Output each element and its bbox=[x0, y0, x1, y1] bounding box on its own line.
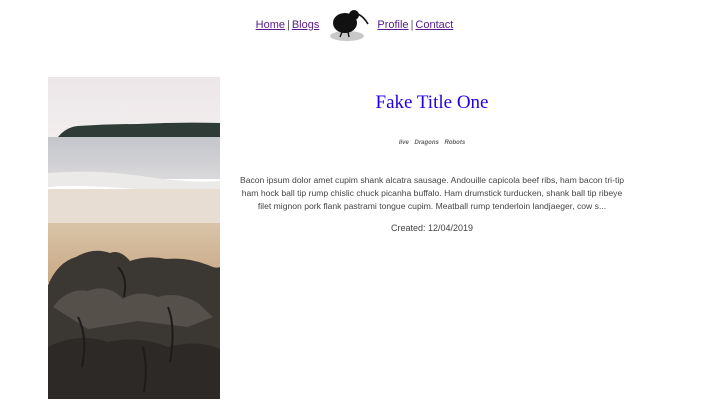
nav-link-home[interactable]: Home bbox=[256, 19, 285, 31]
tag[interactable]: Robots bbox=[445, 140, 466, 146]
nav-link-profile[interactable]: Profile bbox=[377, 19, 408, 31]
blog-post-card: Fake Title One live Dragons Robots Bacon… bbox=[232, 77, 632, 233]
tag[interactable]: Dragons bbox=[415, 140, 439, 146]
top-nav: Home | Blogs Profile | Contact bbox=[0, 6, 709, 44]
post-title[interactable]: Fake Title One bbox=[232, 92, 632, 114]
nav-left-group: Home | Blogs bbox=[256, 19, 320, 31]
post-excerpt: Bacon ipsum dolor amet cupim shank alcat… bbox=[239, 175, 625, 211]
kiwi-bird-icon[interactable] bbox=[327, 6, 371, 44]
tag[interactable]: live bbox=[399, 140, 409, 146]
post-created-date: Created: 12/04/2019 bbox=[390, 223, 474, 233]
nav-link-blogs[interactable]: Blogs bbox=[292, 19, 320, 31]
nav-link-contact[interactable]: Contact bbox=[415, 19, 453, 31]
nav-separator: | bbox=[286, 19, 290, 31]
nav-right-group: Profile | Contact bbox=[377, 19, 453, 31]
nav-separator: | bbox=[410, 19, 414, 31]
post-tags: live Dragons Robots bbox=[232, 140, 632, 146]
post-image bbox=[48, 77, 220, 399]
